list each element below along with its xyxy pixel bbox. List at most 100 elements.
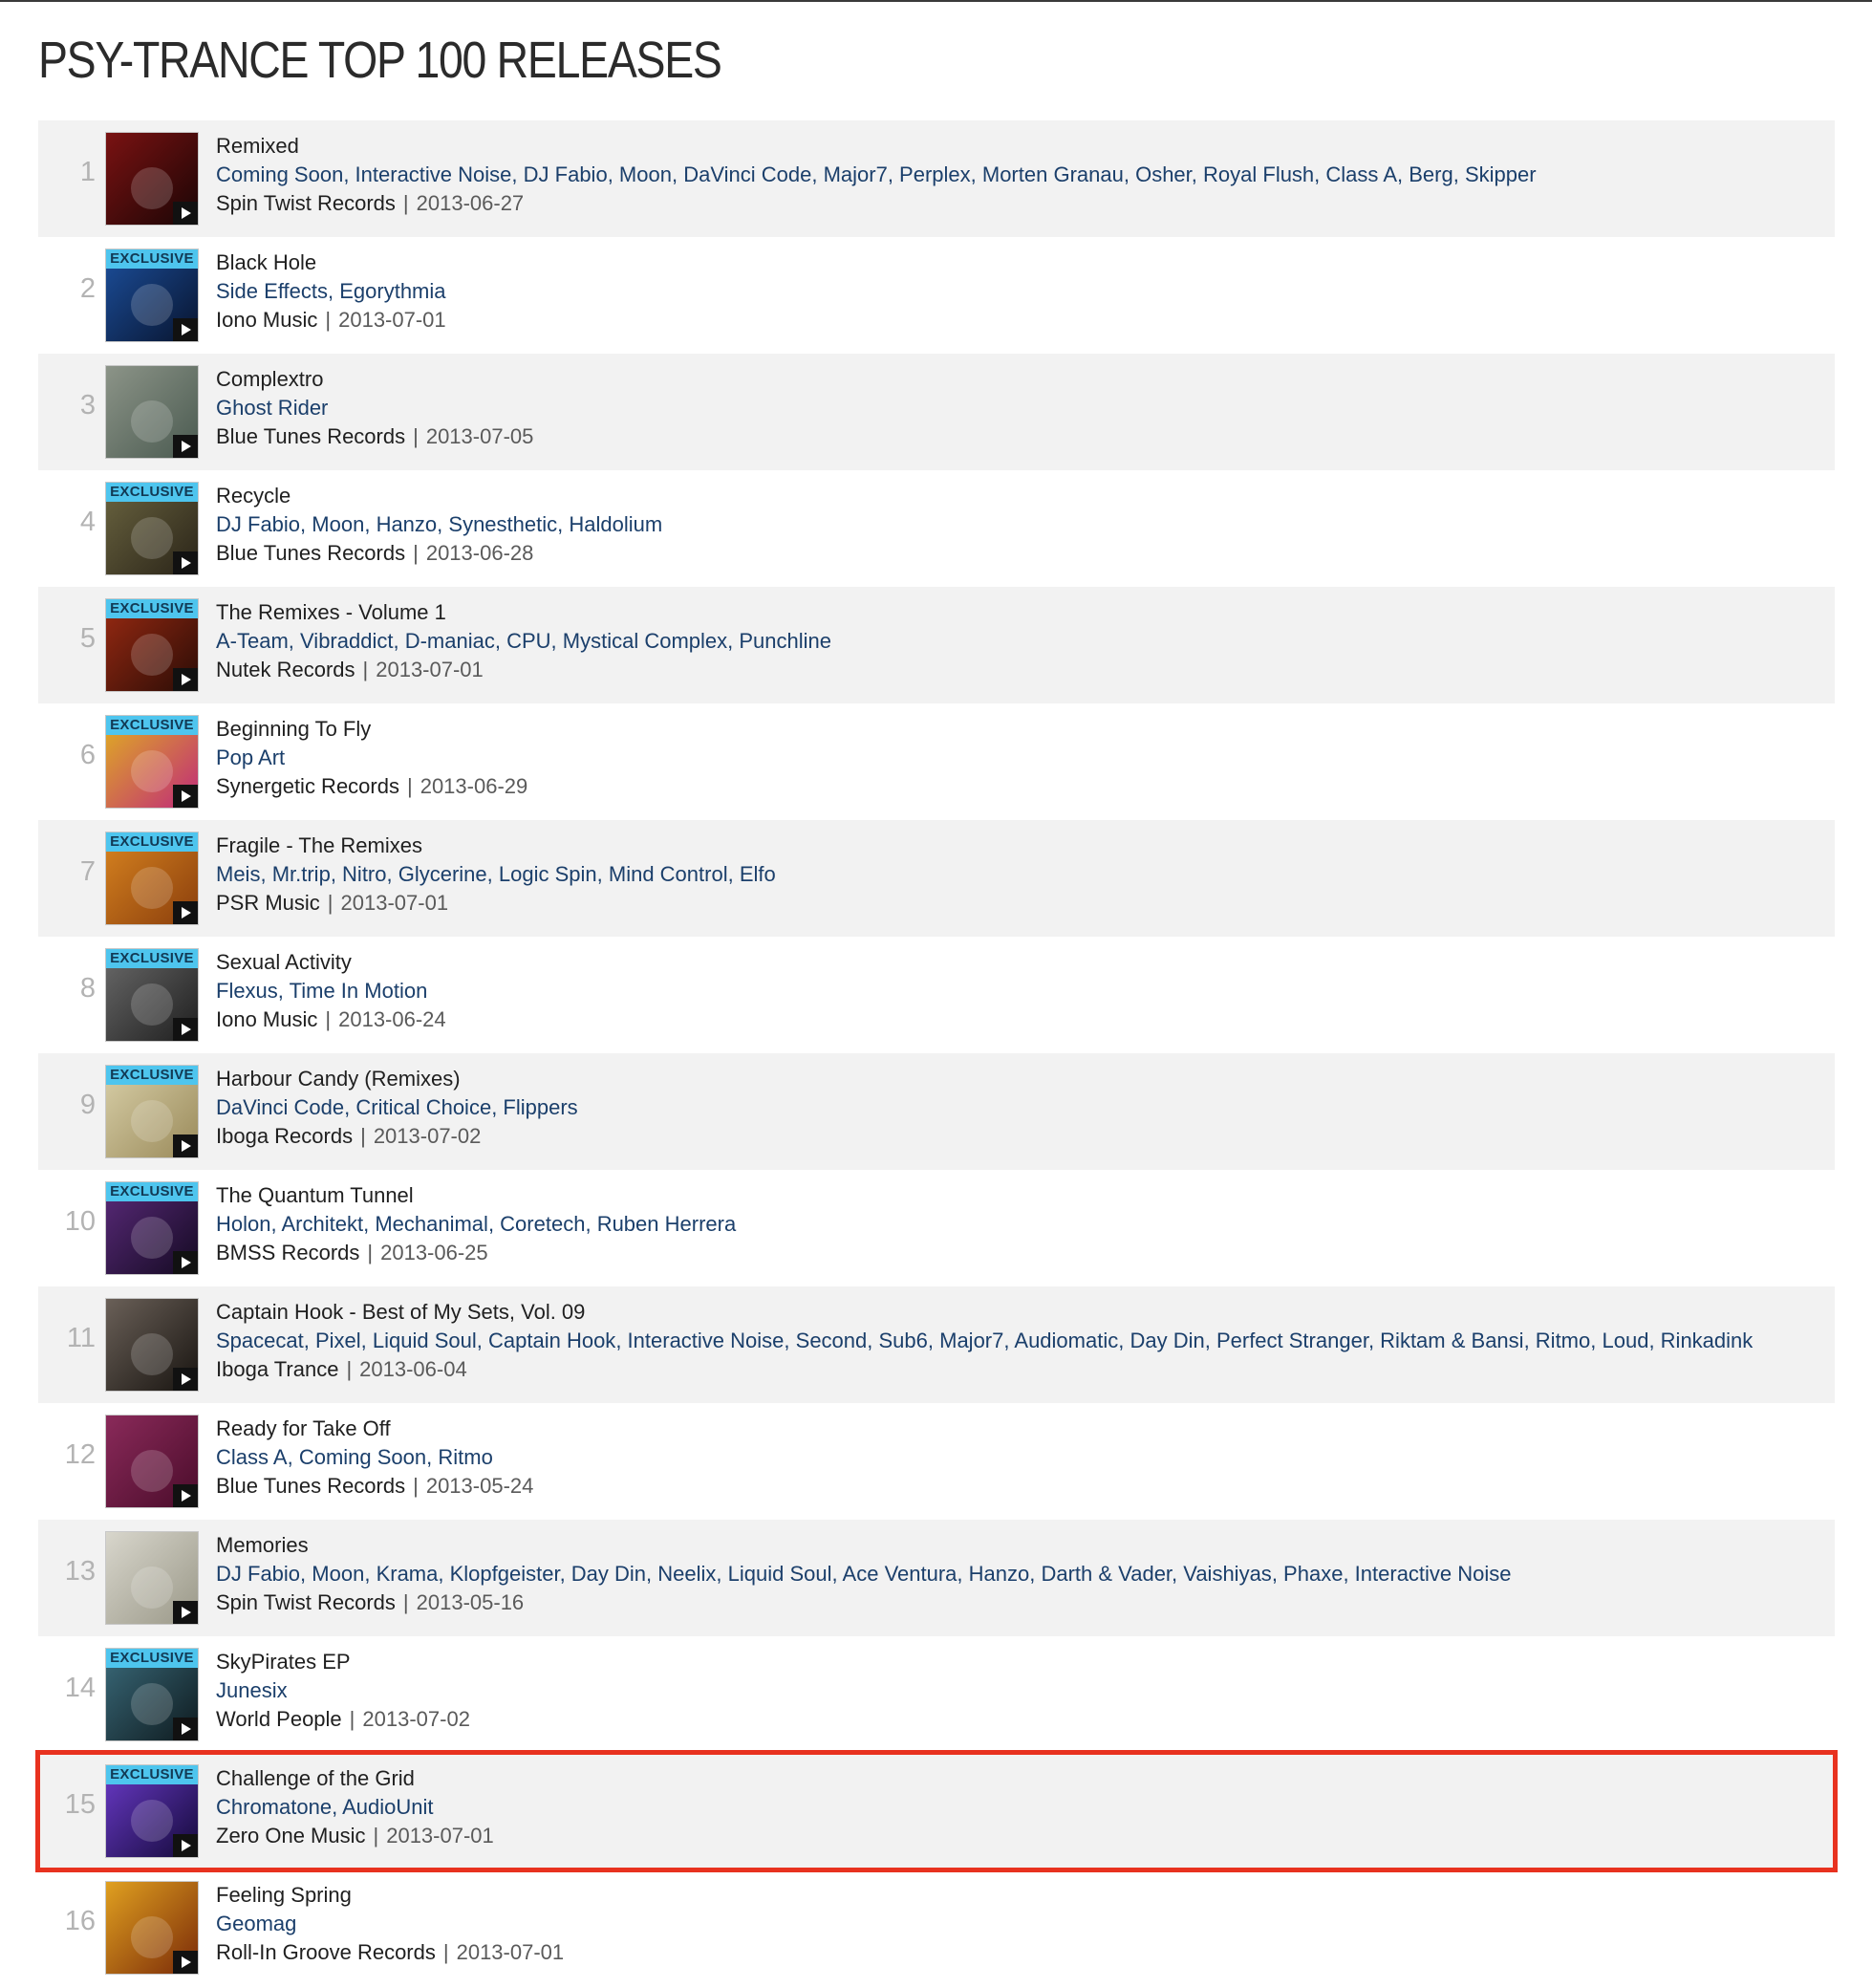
artist-link[interactable]: Interactive Noise	[628, 1329, 785, 1352]
artist-link[interactable]: Sub6	[879, 1329, 928, 1352]
artist-link[interactable]: D-maniac	[405, 629, 495, 653]
play-icon[interactable]	[173, 435, 198, 458]
record-label-link[interactable]: BMSS Records	[216, 1241, 359, 1264]
record-label-link[interactable]: Iono Music	[216, 1007, 317, 1031]
release-cover[interactable]	[105, 1298, 199, 1392]
artist-link[interactable]: Mind Control	[609, 862, 728, 886]
release-title[interactable]: SkyPirates EP	[216, 1648, 1835, 1676]
artist-link[interactable]: Skipper	[1465, 162, 1537, 186]
play-icon[interactable]	[173, 901, 198, 924]
artist-link[interactable]: Day Din	[1130, 1329, 1204, 1352]
artist-link[interactable]: Critical Choice	[355, 1095, 491, 1119]
artist-link[interactable]: Morten Granau	[982, 162, 1124, 186]
artist-link[interactable]: Audiomatic	[1014, 1329, 1118, 1352]
artist-link[interactable]: Coming Soon	[299, 1445, 426, 1469]
artist-link[interactable]: Osher	[1135, 162, 1192, 186]
artist-link[interactable]: Moon	[619, 162, 672, 186]
artist-link[interactable]: Klopfgeister	[450, 1562, 560, 1586]
artist-link[interactable]: Class A	[216, 1445, 288, 1469]
release-title[interactable]: Remixed	[216, 132, 1835, 161]
release-cover[interactable]: EXCLUSIVE	[105, 248, 199, 342]
artist-link[interactable]: Ace Ventura	[843, 1562, 958, 1586]
release-title[interactable]: Harbour Candy (Remixes)	[216, 1065, 1835, 1093]
artist-link[interactable]: Architekt	[282, 1212, 364, 1236]
artist-link[interactable]: Moon	[312, 1562, 364, 1586]
artist-link[interactable]: DaVinci Code	[216, 1095, 344, 1119]
artist-link[interactable]: Loud	[1602, 1329, 1648, 1352]
artist-link[interactable]: Liquid Soul	[728, 1562, 832, 1586]
artist-link[interactable]: Meis	[216, 862, 260, 886]
artist-link[interactable]: Logic Spin	[499, 862, 597, 886]
release-cover[interactable]	[105, 1881, 199, 1975]
record-label-link[interactable]: Blue Tunes Records	[216, 424, 405, 448]
artist-link[interactable]: Captain Hook	[488, 1329, 615, 1352]
play-icon[interactable]	[173, 1601, 198, 1624]
artist-link[interactable]: Rinkadink	[1661, 1329, 1754, 1352]
artist-link[interactable]: Moon	[312, 512, 364, 536]
record-label-link[interactable]: Zero One Music	[216, 1824, 366, 1848]
record-label-link[interactable]: Blue Tunes Records	[216, 541, 405, 565]
record-label-link[interactable]: Blue Tunes Records	[216, 1474, 405, 1498]
release-title[interactable]: Challenge of the Grid	[216, 1764, 1835, 1793]
release-title[interactable]: The Remixes - Volume 1	[216, 598, 1835, 627]
artist-link[interactable]: Ghost Rider	[216, 396, 328, 420]
artist-link[interactable]: Pop Art	[216, 746, 285, 769]
release-cover[interactable]: EXCLUSIVE	[105, 948, 199, 1042]
play-icon[interactable]	[173, 1951, 198, 1974]
play-icon[interactable]	[173, 318, 198, 341]
artist-link[interactable]: DJ Fabio	[216, 1562, 300, 1586]
release-title[interactable]: Memories	[216, 1531, 1835, 1560]
artist-link[interactable]: Haldolium	[569, 512, 662, 536]
record-label-link[interactable]: Spin Twist Records	[216, 191, 396, 215]
artist-link[interactable]: DJ Fabio	[216, 512, 300, 536]
record-label-link[interactable]: Synergetic Records	[216, 774, 399, 798]
artist-link[interactable]: AudioUnit	[342, 1795, 433, 1819]
artist-link[interactable]: Geomag	[216, 1912, 296, 1935]
artist-link[interactable]: Hanzo	[377, 512, 438, 536]
artist-link[interactable]: Perplex	[899, 162, 971, 186]
record-label-link[interactable]: Iboga Trance	[216, 1357, 338, 1381]
artist-link[interactable]: Perfect Stranger	[1216, 1329, 1368, 1352]
release-title[interactable]: Captain Hook - Best of My Sets, Vol. 09	[216, 1298, 1835, 1327]
play-icon[interactable]	[173, 1251, 198, 1274]
artist-link[interactable]: Flexus	[216, 979, 278, 1003]
release-cover[interactable]: EXCLUSIVE	[105, 598, 199, 692]
artist-link[interactable]: Phaxe	[1283, 1562, 1343, 1586]
play-icon[interactable]	[173, 1834, 198, 1857]
artist-link[interactable]: Time In Motion	[290, 979, 428, 1003]
artist-link[interactable]: Class A	[1325, 162, 1397, 186]
artist-link[interactable]: Major7	[824, 162, 888, 186]
artist-link[interactable]: Major7	[939, 1329, 1003, 1352]
release-cover[interactable]: EXCLUSIVE	[105, 1764, 199, 1858]
release-title[interactable]: Feeling Spring	[216, 1881, 1835, 1910]
release-cover[interactable]: EXCLUSIVE	[105, 1648, 199, 1741]
artist-link[interactable]: Holon	[216, 1212, 270, 1236]
artist-link[interactable]: Coretech	[500, 1212, 585, 1236]
play-icon[interactable]	[173, 202, 198, 225]
artist-link[interactable]: Nitro	[342, 862, 386, 886]
artist-link[interactable]: Interactive Noise	[1355, 1562, 1512, 1586]
artist-link[interactable]: CPU	[506, 629, 550, 653]
release-cover[interactable]	[105, 132, 199, 226]
release-title[interactable]: Complextro	[216, 365, 1835, 394]
artist-link[interactable]: Ruben Herrera	[597, 1212, 737, 1236]
play-icon[interactable]	[173, 1134, 198, 1157]
artist-link[interactable]: Ritmo	[438, 1445, 492, 1469]
artist-link[interactable]: Ritmo	[1536, 1329, 1590, 1352]
release-cover[interactable]	[105, 1531, 199, 1625]
artist-link[interactable]: Chromatone	[216, 1795, 332, 1819]
artist-link[interactable]: Mr.trip	[272, 862, 331, 886]
artist-link[interactable]: Synesthetic	[448, 512, 557, 536]
artist-link[interactable]: Coming Soon	[216, 162, 343, 186]
artist-link[interactable]: Day Din	[571, 1562, 646, 1586]
artist-link[interactable]: Mechanimal	[375, 1212, 488, 1236]
artist-link[interactable]: Glycerine	[398, 862, 487, 886]
artist-link[interactable]: Liquid Soul	[373, 1329, 477, 1352]
artist-link[interactable]: Neelix	[657, 1562, 716, 1586]
release-title[interactable]: Recycle	[216, 482, 1835, 510]
record-label-link[interactable]: World People	[216, 1707, 342, 1731]
release-cover[interactable]: EXCLUSIVE	[105, 1065, 199, 1158]
record-label-link[interactable]: Roll-In Groove Records	[216, 1940, 436, 1964]
release-title[interactable]: Fragile - The Remixes	[216, 832, 1835, 860]
record-label-link[interactable]: Nutek Records	[216, 658, 355, 681]
